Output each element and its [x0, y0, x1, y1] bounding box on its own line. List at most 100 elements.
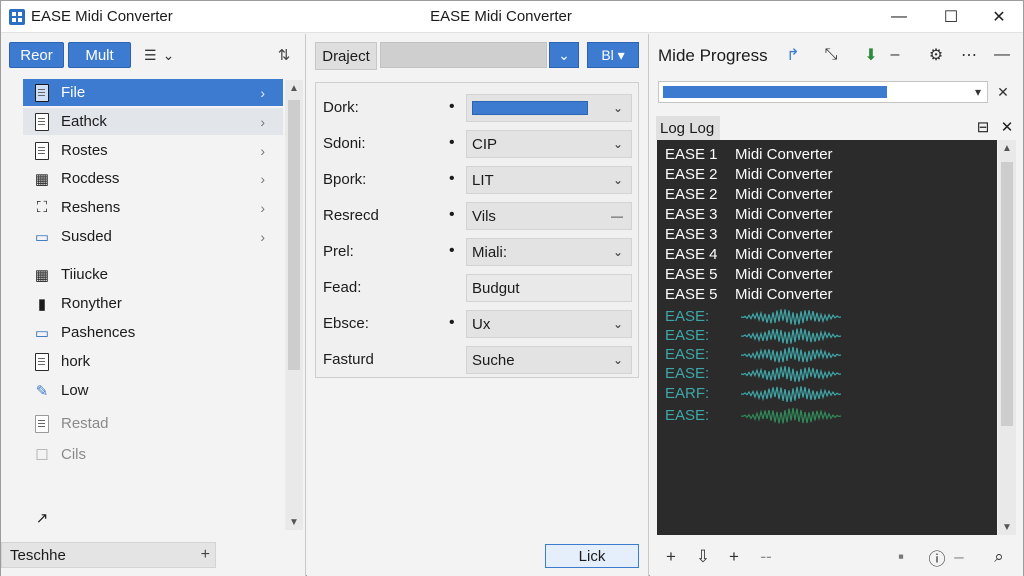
scroll-up-icon[interactable]: ▲ — [998, 140, 1016, 156]
bl-dropdown-button[interactable]: Bl ▾ — [587, 42, 639, 68]
chevron-right-icon: › — [260, 170, 265, 187]
property-value[interactable]: Vils — — [466, 202, 632, 230]
tree-item[interactable]: File › — [23, 79, 283, 106]
property-label: Fasturd — [323, 351, 374, 368]
chevron-down-icon: ▾ — [974, 85, 981, 99]
lick-button[interactable]: Lick — [545, 544, 639, 568]
footer-label: Teschhe — [10, 546, 66, 564]
property-grid: Dork: • ⌄ Sdoni: • CIP ⌄ Bpork: • LIT ⌄ Resrecd • Vil… — [315, 82, 639, 378]
sort-icon[interactable]: ⇅ — [273, 44, 295, 66]
tree-item[interactable]: ▦ Tiiucke — [23, 261, 283, 288]
close-button[interactable]: ✕ — [973, 1, 1024, 33]
redo-icon[interactable]: ↱ — [782, 44, 804, 66]
chevron-right-icon: › — [260, 142, 265, 159]
transform-icon[interactable]: ⤡ — [820, 44, 842, 66]
tree-item[interactable]: hork — [23, 348, 283, 375]
add-icon[interactable]: + — [723, 546, 745, 568]
scroll-thumb[interactable] — [1001, 162, 1013, 426]
import-icon[interactable]: ⇩ — [692, 546, 714, 568]
property-value-text: Ux — [472, 315, 491, 333]
tree-item-label: Restad — [61, 415, 109, 432]
log-key: EASE: — [665, 307, 710, 325]
pin-icon: ✎ — [35, 382, 49, 400]
left-scrollbar[interactable]: ▲ ▼ — [285, 80, 303, 530]
property-value[interactable]: ⌄ — [466, 94, 632, 122]
log-text: Midi Converter — [735, 265, 833, 283]
chevron-down-icon: ⌄ — [612, 353, 623, 367]
reor-button[interactable]: Reor — [9, 42, 64, 68]
waveform-line: EARF: — [665, 383, 865, 403]
log-line: EASE 1 Midi Converter — [665, 144, 833, 164]
tree-item[interactable]: ▭ Susded › — [23, 223, 283, 250]
property-value-text: Suche — [472, 351, 515, 369]
minus-icon[interactable]: – — [948, 546, 970, 568]
waveform-line: EASE: — [665, 325, 865, 345]
scroll-up-icon[interactable]: ▲ — [285, 80, 303, 96]
view-toggle[interactable]: ☰ ⌄ — [144, 44, 184, 66]
tree-item[interactable]: Restad — [23, 410, 283, 437]
tree-item[interactable]: ⛶ Reshens › — [23, 194, 283, 221]
gear-icon[interactable]: ⚙ — [925, 44, 947, 66]
dropdown-button[interactable]: ⌄ — [549, 42, 579, 68]
doc-icon — [33, 141, 51, 161]
left-footer[interactable]: Teschhe + — [1, 542, 216, 568]
property-value[interactable]: CIP ⌄ — [466, 130, 632, 158]
property-label: Fead: — [323, 279, 362, 296]
tab-log[interactable]: Log Log — [656, 116, 720, 140]
minus-icon[interactable]: -- — [755, 546, 777, 568]
collapse-icon[interactable]: — — [991, 44, 1013, 66]
progress-select[interactable]: ▾ — [658, 81, 988, 103]
property-row: Bpork: • LIT ⌄ — [316, 163, 638, 195]
close-log-icon[interactable]: ✕ — [997, 116, 1017, 138]
doc-icon — [33, 352, 51, 372]
log-key: EASE: — [665, 406, 710, 424]
log-text: Midi Converter — [735, 165, 833, 183]
property-value[interactable]: Budgut — [466, 274, 632, 302]
property-value[interactable]: Miali: ⌄ — [466, 238, 632, 266]
tree-item-label: Susded — [61, 228, 112, 245]
tree-item-label: hork — [61, 353, 91, 370]
scroll-thumb[interactable] — [288, 100, 300, 370]
tree-list: File › Eathck › Rostes › ▦ Rocdess › ⛶ Reshens › ▭ Su… — [23, 79, 283, 529]
log-line: EASE 5 Midi Converter — [665, 284, 833, 304]
tree-item-label: Eathck — [61, 113, 107, 130]
tree-item[interactable]: ▮ Ronyther — [23, 290, 283, 317]
tree-item[interactable]: ✎ Low — [23, 377, 283, 404]
link-icon[interactable]: ⋯ — [958, 44, 980, 66]
tree-item[interactable]: ▭ Pashences — [23, 319, 283, 346]
property-value[interactable]: Ux ⌄ — [466, 310, 632, 338]
mult-button[interactable]: Mult — [68, 42, 131, 68]
download-icon[interactable]: ⬇ — [860, 44, 882, 66]
scroll-down-icon[interactable]: ▼ — [998, 519, 1016, 535]
property-value-text: LIT — [472, 171, 494, 189]
dock-icon[interactable]: ⊟ — [973, 116, 993, 138]
search-icon[interactable]: ⌕ — [988, 546, 1010, 568]
property-label: Ebsce: — [323, 315, 369, 332]
tree-item[interactable]: Rostes › — [23, 137, 283, 164]
property-value[interactable]: Suche ⌄ — [466, 346, 632, 374]
property-label: Prel: — [323, 243, 354, 260]
add-icon[interactable]: + — [660, 546, 682, 568]
scroll-down-icon[interactable]: ▼ — [285, 514, 303, 530]
property-row: Sdoni: • CIP ⌄ — [316, 127, 638, 159]
log-text: Midi Converter — [735, 285, 833, 303]
property-row: Ebsce: • Ux ⌄ — [316, 307, 638, 339]
tab-object[interactable]: Draject — [315, 42, 377, 70]
log-scrollbar[interactable]: ▲ ▼ — [998, 140, 1016, 535]
tree-item[interactable]: ▦ Rocdess › — [23, 165, 283, 192]
property-value[interactable]: LIT ⌄ — [466, 166, 632, 194]
minus-icon: — — [611, 209, 623, 223]
tree-item[interactable]: ☐ Cils — [23, 441, 283, 468]
tree-item[interactable]: Eathck › — [23, 108, 283, 135]
object-name-field[interactable] — [380, 42, 547, 68]
add-icon[interactable]: + — [201, 546, 210, 564]
tree-item[interactable]: ↗ — [23, 504, 283, 531]
minimize-button[interactable]: — — [873, 1, 925, 33]
minus-icon[interactable]: – — [884, 44, 906, 66]
close-icon[interactable]: ✕ — [992, 81, 1014, 103]
monitor-icon[interactable]: ▪ — [890, 546, 912, 568]
maximize-button[interactable]: ☐ — [925, 1, 977, 33]
chevron-right-icon: › — [260, 199, 265, 216]
info-icon[interactable]: ⓘ — [926, 546, 948, 569]
screen-icon: ▭ — [34, 324, 50, 342]
